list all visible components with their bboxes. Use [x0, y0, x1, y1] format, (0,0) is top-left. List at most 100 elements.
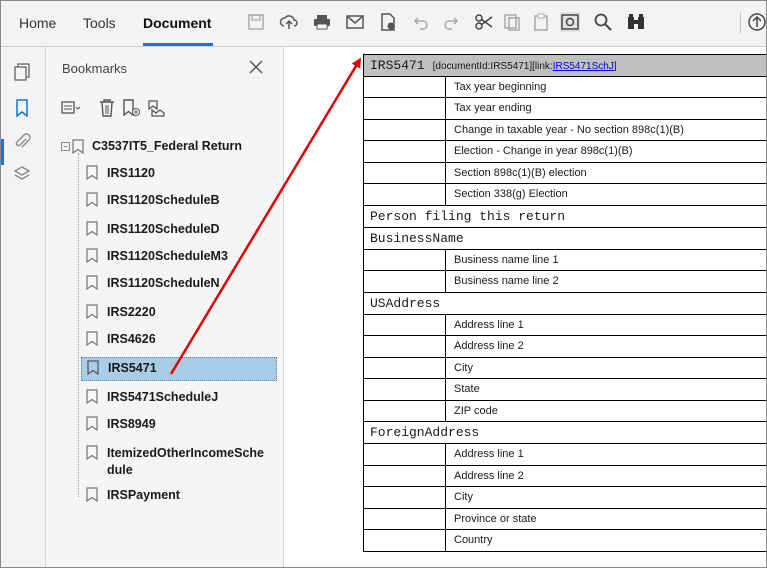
field-label: Business name line 2	[445, 270, 766, 293]
field-value-cell	[363, 248, 446, 271]
options-menu-icon[interactable]	[60, 97, 82, 119]
form-title: IRS5471	[370, 57, 425, 73]
section-label: BusinessName	[363, 226, 766, 250]
field-value-cell	[363, 399, 446, 422]
bookmark-icon	[86, 275, 98, 290]
bookmark-label: IRSPayment	[107, 488, 180, 502]
delete-icon[interactable]	[96, 97, 118, 119]
undo-icon[interactable]	[411, 12, 431, 32]
layers-icon[interactable]	[13, 165, 31, 183]
expand-bookmark-icon[interactable]	[144, 97, 166, 119]
field-label: ZIP code	[445, 399, 766, 422]
field-row: Business name line 2	[363, 270, 766, 293]
bookmark-label: IRS4626	[107, 332, 156, 346]
attachment-icon[interactable]	[13, 133, 31, 151]
field-value-cell	[363, 486, 446, 509]
field-value-cell	[363, 140, 446, 163]
field-value-cell	[363, 378, 446, 401]
top-toolbar: Home Tools Document	[1, 1, 766, 47]
toolbar-separator	[740, 12, 741, 34]
bookmark-label: IRS1120ScheduleD	[107, 222, 220, 236]
rail-active-indicator	[1, 139, 4, 165]
field-label: Section 898c(1)(B) election	[445, 161, 766, 184]
document-table: IRS5471 [documentId:IRS5471][link:IRS5471…	[363, 54, 766, 552]
field-row: Section 898c(1)(B) election	[363, 161, 766, 184]
snapshot-icon[interactable]	[560, 12, 580, 32]
field-label: Address line 2	[445, 464, 766, 487]
bookmark-label: C3537IT5_Federal Return	[92, 139, 243, 153]
section-row: Person filing this return	[363, 204, 766, 228]
active-tab-indicator	[143, 43, 213, 46]
tab-home[interactable]: Home	[19, 15, 56, 31]
new-bookmark-icon[interactable]	[120, 97, 142, 119]
field-label: Change in taxable year - No section 898c…	[445, 118, 766, 141]
bookmark-icon[interactable]	[13, 99, 31, 117]
bookmark-label-wrap: dule	[107, 463, 133, 477]
field-label: Country	[445, 529, 766, 552]
field-row: Election - Change in year 898c(1)(B)	[363, 140, 766, 163]
paste-icon[interactable]	[531, 12, 551, 32]
save-icon[interactable]	[246, 12, 266, 32]
email-icon[interactable]	[345, 12, 365, 32]
field-label: Election - Change in year 898c(1)(B)	[445, 140, 766, 163]
section-label: Person filing this return	[363, 204, 766, 228]
bookmark-label: IRS1120ScheduleN	[107, 276, 220, 290]
field-row: Business name line 1	[363, 248, 766, 271]
field-row: City	[363, 356, 766, 379]
section-row: BusinessName	[363, 226, 766, 250]
bookmark-label: IRS2220	[107, 305, 156, 319]
field-value-cell	[363, 507, 446, 530]
field-row: Change in taxable year - No section 898c…	[363, 118, 766, 141]
section-row: ForeignAddress	[363, 421, 766, 444]
bookmark-icon	[86, 304, 98, 319]
panel-title: Bookmarks	[62, 61, 128, 76]
field-row: City	[363, 486, 766, 509]
share-icon[interactable]	[747, 12, 767, 32]
field-label: Province or state	[445, 507, 766, 530]
field-value-cell	[363, 97, 446, 120]
pages-icon[interactable]	[13, 63, 31, 81]
cut-icon[interactable]	[474, 12, 494, 32]
bookmarks-toolbar	[60, 97, 260, 121]
field-row: State	[363, 378, 766, 401]
meta-prefix: [documentId:IRS5471][link:	[432, 60, 553, 72]
field-label: Address line 1	[445, 313, 766, 336]
bookmark-label: IRS1120	[107, 166, 155, 180]
field-label: Address line 2	[445, 335, 766, 358]
bookmark-item-selected[interactable]: IRS5471	[81, 357, 277, 381]
schedule-link[interactable]: IRS5471SchJ	[553, 61, 614, 72]
find-icon[interactable]	[626, 12, 646, 32]
bookmark-icon	[86, 487, 98, 502]
field-value-cell	[363, 443, 446, 466]
bookmark-label: IRS1120ScheduleM3	[107, 249, 228, 263]
print-icon[interactable]	[312, 12, 332, 32]
field-value-cell	[363, 529, 446, 552]
field-row: Address line 1	[363, 443, 766, 466]
bookmark-icon	[87, 360, 99, 375]
field-row: Address line 1	[363, 313, 766, 336]
tab-document[interactable]: Document	[143, 15, 211, 31]
bookmark-label: IRS1120ScheduleB	[107, 193, 220, 207]
copy-icon[interactable]	[502, 12, 522, 32]
bookmark-icon	[86, 248, 98, 263]
bookmark-icon	[86, 445, 98, 460]
field-value-cell	[363, 356, 446, 379]
field-value-cell	[363, 335, 446, 358]
field-label: Tax year beginning	[445, 75, 766, 98]
bookmark-icon	[86, 192, 98, 207]
upload-icon[interactable]	[279, 12, 299, 32]
tree-line	[78, 153, 79, 497]
field-row: Tax year beginning	[363, 75, 766, 98]
field-label: Tax year ending	[445, 97, 766, 120]
close-icon[interactable]	[246, 57, 266, 77]
field-row: Country	[363, 529, 766, 552]
tab-tools[interactable]: Tools	[83, 15, 116, 31]
field-row: Section 338(g) Election	[363, 183, 766, 206]
bookmark-icon	[86, 416, 98, 431]
section-label: ForeignAddress	[363, 421, 766, 444]
redo-icon[interactable]	[441, 12, 461, 32]
protect-icon[interactable]	[378, 12, 398, 32]
collapse-toggle[interactable]: −	[61, 142, 70, 151]
search-icon[interactable]	[593, 12, 613, 32]
field-row: Tax year ending	[363, 97, 766, 120]
